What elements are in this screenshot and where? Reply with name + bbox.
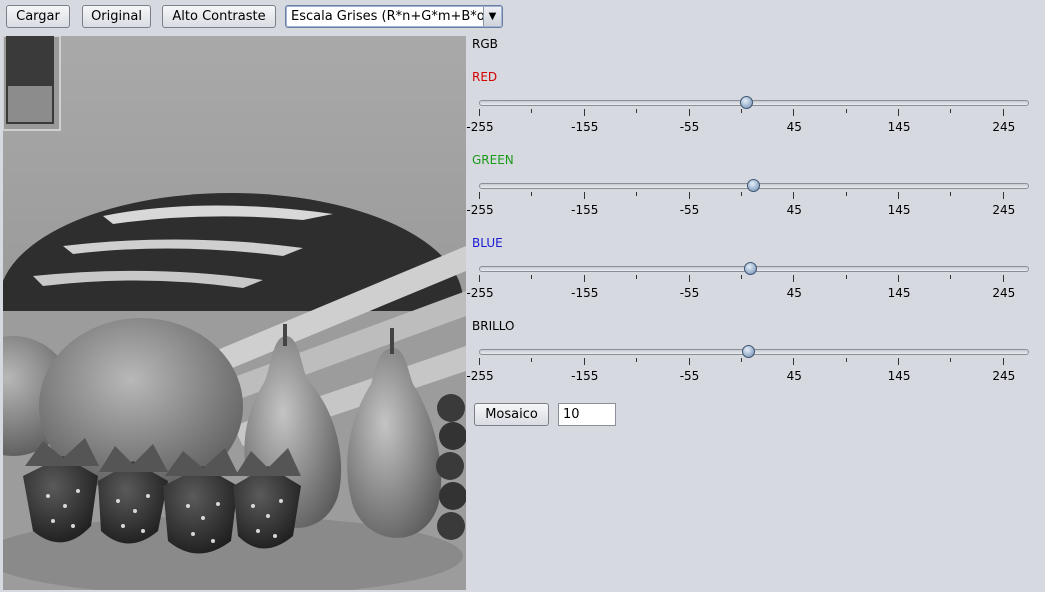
slider-thumb[interactable] (742, 345, 756, 358)
original-button[interactable]: Original (82, 5, 151, 28)
tick-label: 145 (887, 203, 911, 217)
tick-label: 45 (786, 203, 802, 217)
minor-tick (950, 358, 952, 362)
slider-green[interactable]: -255 -155 -55 45 145 245 (466, 169, 1034, 219)
chevron-down-icon[interactable]: ▼ (483, 7, 501, 26)
tick-label: 145 (887, 369, 911, 383)
major-tick (479, 192, 480, 199)
slider-label-brillo: BRILLO (472, 319, 515, 333)
major-tick (1002, 275, 1004, 282)
tick-label: -255 (466, 286, 494, 300)
major-tick (793, 358, 795, 365)
minor-tick (740, 109, 742, 113)
major-tick (793, 109, 795, 116)
load-button[interactable]: Cargar (6, 5, 70, 28)
slider-blue[interactable]: -255 -155 -55 45 145 245 (466, 252, 1034, 302)
major-tick (583, 109, 585, 116)
slider-brillo[interactable]: -255 -155 -55 45 145 245 (466, 335, 1034, 385)
minor-tick (531, 192, 533, 196)
major-tick (688, 358, 690, 365)
slider-label-red: RED (472, 70, 498, 84)
tick-label: 145 (887, 286, 911, 300)
major-tick (583, 275, 585, 282)
minor-tick (636, 358, 638, 362)
tick-label: 45 (786, 286, 802, 300)
major-tick (688, 275, 690, 282)
slider-thumb[interactable] (744, 262, 758, 275)
image-preview (3, 36, 466, 590)
tick-label: 45 (786, 369, 802, 383)
mosaic-button[interactable]: Mosaico (474, 403, 549, 426)
major-tick (793, 192, 795, 199)
rgb-header: RGB (472, 37, 498, 51)
tick-label: 245 (992, 120, 1016, 134)
major-tick (1002, 109, 1004, 116)
tick-label: 245 (992, 369, 1016, 383)
major-tick (898, 109, 900, 116)
mosaic-size-input[interactable] (558, 403, 616, 426)
major-tick (1002, 192, 1004, 199)
filter-mode-value: Escala Grises (R*n+G*m+B*o) (291, 9, 490, 24)
slider-track[interactable] (479, 100, 1029, 106)
minor-tick (950, 192, 952, 196)
tick-label: -155 (571, 286, 599, 300)
slider-label-green: GREEN (472, 153, 514, 167)
minor-tick (845, 358, 847, 362)
minor-tick (636, 109, 638, 113)
tick-label: -255 (466, 120, 494, 134)
major-tick (479, 275, 480, 282)
minor-tick (636, 192, 638, 196)
tick-label: -155 (571, 120, 599, 134)
tick-label: 145 (887, 120, 911, 134)
minor-tick (740, 192, 742, 196)
minor-tick (845, 275, 847, 279)
major-tick (583, 192, 585, 199)
tick-label: 245 (992, 203, 1016, 217)
major-tick (479, 358, 480, 365)
major-tick (898, 358, 900, 365)
fruit-still-life-image (3, 36, 466, 590)
minor-tick (845, 109, 847, 113)
tick-label: -55 (679, 369, 700, 383)
major-tick (688, 109, 690, 116)
major-tick (688, 192, 690, 199)
major-tick (898, 192, 900, 199)
major-tick (479, 109, 480, 116)
minor-tick (740, 358, 742, 362)
minor-tick (531, 358, 533, 362)
minor-tick (845, 192, 847, 196)
tick-label: -155 (571, 369, 599, 383)
tick-label: -155 (571, 203, 599, 217)
minor-tick (531, 109, 533, 113)
tick-label: -55 (679, 286, 700, 300)
high-contrast-button[interactable]: Alto Contraste (162, 5, 276, 28)
slider-thumb[interactable] (740, 96, 754, 109)
tick-label: 45 (786, 120, 802, 134)
filter-mode-select[interactable]: Escala Grises (R*n+G*m+B*o) ▼ (285, 5, 503, 28)
tick-label: -255 (466, 369, 494, 383)
slider-red[interactable]: -255 -155 -55 45 145 245 (466, 86, 1034, 136)
minor-tick (531, 275, 533, 279)
tick-label: -55 (679, 120, 700, 134)
major-tick (898, 275, 900, 282)
minor-tick (950, 275, 952, 279)
window-edge-fragment (1041, 145, 1045, 155)
slider-thumb[interactable] (747, 179, 761, 192)
tick-label: -55 (679, 203, 700, 217)
slider-label-blue: BLUE (472, 236, 503, 250)
major-tick (793, 275, 795, 282)
major-tick (1002, 358, 1004, 365)
tick-label: -255 (466, 203, 494, 217)
tick-label: 245 (992, 286, 1016, 300)
minor-tick (950, 109, 952, 113)
minor-tick (636, 275, 638, 279)
major-tick (583, 358, 585, 365)
minor-tick (740, 275, 742, 279)
